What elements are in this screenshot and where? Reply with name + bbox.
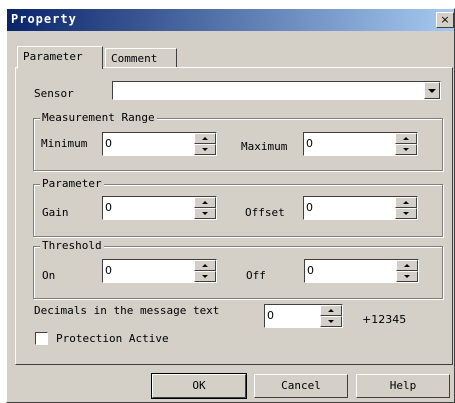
group-title: Threshold [40,239,104,252]
spin-up-icon [403,137,409,140]
spin-up-button[interactable] [194,197,216,208]
off-input[interactable] [305,260,397,280]
spin-down-button[interactable] [395,144,417,155]
spin-up-button[interactable] [194,133,216,144]
spin-down-icon [403,212,409,215]
sensor-label: Sensor [34,87,74,100]
spin-up-button[interactable] [395,197,417,208]
tab-comment[interactable]: Comment [105,48,177,68]
on-spinbox[interactable] [102,259,217,283]
on-label: On [42,269,56,282]
off-spinbox[interactable] [304,259,419,283]
spin-up-icon [202,264,208,267]
sensor-combobox[interactable] [112,81,441,100]
tab-parameter[interactable]: Parameter [17,46,103,69]
minimum-spinbox[interactable] [102,132,217,156]
close-icon: × [440,13,450,26]
dropdown-arrow-icon [428,89,436,93]
spin-up-button[interactable] [396,260,418,271]
spin-down-button[interactable] [194,208,216,219]
window-title: Property [11,12,77,26]
sensor-dropdown-button[interactable] [424,82,440,99]
spin-down-icon [328,320,334,323]
spin-up-icon [202,201,208,204]
protection-checkbox[interactable] [35,332,48,345]
spin-down-icon [202,148,208,151]
minimum-label: Minimum [41,137,88,150]
tab-label: Parameter [23,50,83,63]
spin-down-icon [403,148,409,151]
gain-label: Gain [42,206,69,219]
group-title: Measurement Range [40,111,157,124]
spin-up-button[interactable] [320,305,342,316]
decimals-label: Decimals in the message text [34,304,220,317]
ok-button[interactable]: OK [151,373,247,399]
property-dialog: Property × Parameter Comment Sensor Meas… [6,8,455,403]
spin-down-button[interactable] [194,271,216,282]
decimals-spinbox[interactable] [264,304,343,328]
spin-down-button[interactable] [396,271,418,282]
spin-down-button[interactable] [194,144,216,155]
spin-down-button[interactable] [320,316,342,327]
close-button[interactable]: × [436,12,454,28]
off-label: Off [246,269,266,282]
decimals-input[interactable] [265,305,322,325]
decimals-preview: +12345 [362,313,407,326]
spin-up-icon [328,309,334,312]
gain-input[interactable] [103,197,195,217]
offset-input[interactable] [304,197,396,217]
spin-down-icon [404,275,410,278]
spin-up-button[interactable] [395,133,417,144]
cancel-button[interactable]: Cancel [254,374,348,398]
offset-label: Offset [245,206,285,219]
help-button[interactable]: Help [356,374,450,398]
spin-down-icon [202,275,208,278]
spin-down-icon [202,212,208,215]
maximum-spinbox[interactable] [303,132,418,156]
title-bar[interactable]: Property × [7,9,454,31]
gain-spinbox[interactable] [102,196,217,220]
spin-down-button[interactable] [395,208,417,219]
offset-spinbox[interactable] [303,196,418,220]
tab-label: Comment [111,52,158,65]
group-title: Parameter [40,177,104,190]
protection-label: Protection Active [56,332,169,345]
minimum-input[interactable] [103,133,195,153]
on-input[interactable] [103,260,195,280]
spin-up-icon [404,264,410,267]
spin-up-icon [403,201,409,204]
maximum-label: Maximum [241,140,288,153]
spin-up-button[interactable] [194,260,216,271]
maximum-input[interactable] [304,133,396,153]
spin-up-icon [202,137,208,140]
